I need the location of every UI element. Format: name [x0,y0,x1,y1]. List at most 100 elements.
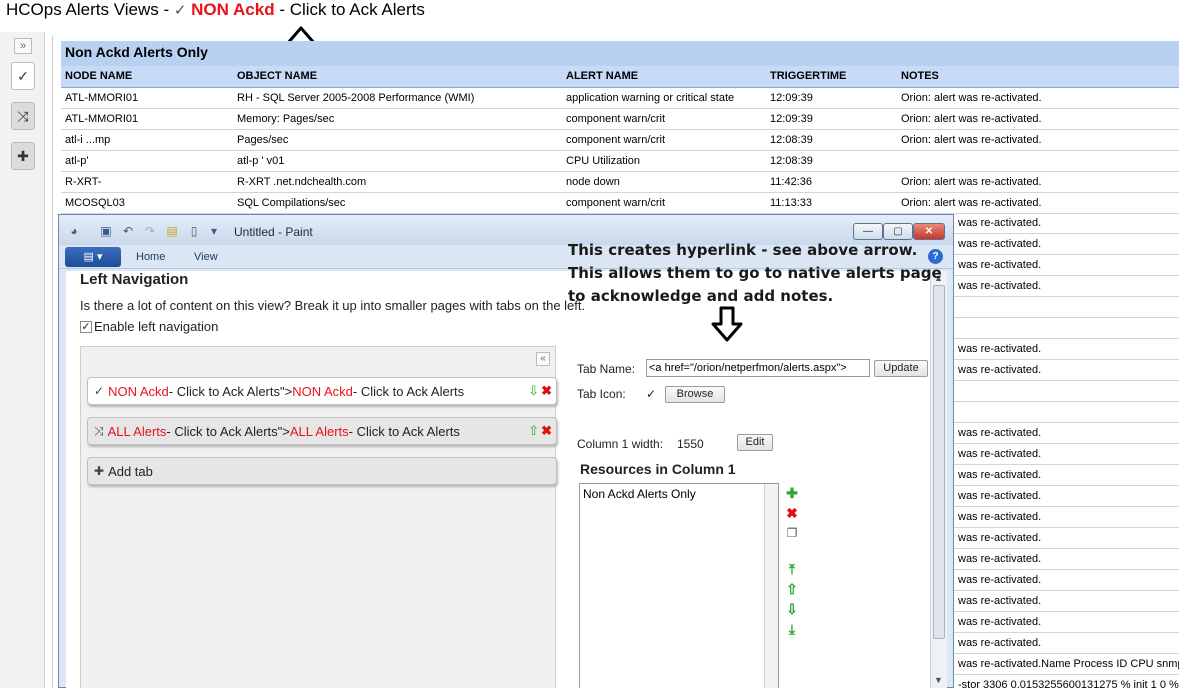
notes-cell: was re-activated. [954,339,1179,360]
notes-cell [954,402,1179,423]
notes-cell: was re-activated. [954,570,1179,591]
edit-button[interactable]: Edit [737,434,773,451]
alert-name: node down [562,171,766,193]
move-down-icon[interactable]: ⇩ [784,601,800,617]
undo-icon[interactable]: ↶ [121,224,135,238]
tab-all-alerts[interactable]: ⤨ [11,102,35,130]
notes-cell [954,381,1179,402]
delete-icon[interactable]: ✖ [541,383,552,398]
scroll-down-icon[interactable]: ▼ [934,675,943,685]
move-up-icon[interactable]: ⇧ [784,581,800,597]
expand-rail-icon[interactable]: » [14,38,32,54]
column-header[interactable]: NOTES [897,66,1179,88]
left-navigation-description: Is there a lot of content on this view? … [80,298,586,313]
enable-left-navigation-checkbox[interactable]: ✓ [80,320,92,333]
table-row[interactable]: MCOSQL03 SQL Compilations/sec component wa… [61,192,1179,214]
close-button[interactable]: ✕ [913,223,945,240]
enable-left-navigation[interactable]: ✓ Enable left navigation [80,319,218,334]
notes-cell [954,318,1179,339]
copy-resource-icon[interactable]: ❐ [784,525,800,541]
customize-dropdown-icon[interactable]: ▾ [207,224,221,238]
tab-entry-non-ackd[interactable]: ✓ NON Ackd - Click to Ack Alerts"> NON A… [87,377,557,405]
tab-entry-label: ALL Alerts [289,423,349,439]
column-header[interactable]: TRIGGERTIME [766,66,897,88]
ribbon-tab-view[interactable]: View [194,251,218,263]
folder-icon[interactable]: ▤ [165,224,179,238]
browse-button[interactable]: Browse [665,386,725,403]
new-file-icon[interactable]: ▯ [187,224,201,238]
table-row[interactable]: ATL-MMORI01 RH - SQL Server 2005-2008 Per… [61,87,1179,109]
paint-canvas[interactable]: Left Navigation Is there a lot of conten… [66,271,930,688]
table-row[interactable]: atl-p' atl-p ' v01 CPU Utilization 12:08:39 [61,150,1179,172]
object-name: SQL Compilations/sec [233,192,562,214]
move-up-icon[interactable]: ⇧ [528,423,539,438]
ribbon-tab-home[interactable]: Home [136,251,165,263]
trigger-time: 11:13:33 [766,192,897,214]
paint-menu-button[interactable]: ▤ ▾ [65,247,121,267]
notes-cell: was re-activated. [954,444,1179,465]
notes-cell: was re-activated. [954,612,1179,633]
trigger-time: 11:42:36 [766,171,897,193]
add-tab-row[interactable]: ✚ Add tab [87,457,557,485]
tab-name-label: Tab Name: [577,362,636,376]
page-title: HCOps Alerts Views - ✓ NON Ackd - Click … [6,0,425,22]
page-title-suffix: - Click to Ack Alerts [279,0,425,19]
notes-cell: was re-activated. [954,486,1179,507]
left-rail: » ✓ ⤨ ✚ [0,32,45,688]
tab-entry-label: - Click to Ack Alerts [352,383,465,399]
panel-heading: Non Ackd Alerts Only [61,41,1179,66]
screen: HCOps Alerts Views - ✓ NON Ackd - Click … [0,0,1179,688]
node-name: MCOSQL03 [61,192,233,214]
object-name: atl-p ' v01 [233,150,562,172]
add-tab-button[interactable]: ✚ [11,142,35,170]
tab-entry-label: ALL Alerts [107,423,167,439]
notes-cell [954,297,1179,318]
column-header[interactable]: ALERT NAME [562,66,766,88]
table-row[interactable]: atl-i ...mp Pages/sec component warn/crit 1… [61,129,1179,151]
minimize-button[interactable]: — [853,223,883,240]
tab-non-ackd[interactable]: ✓ [11,62,35,90]
help-icon[interactable]: ? [928,249,943,264]
table-row[interactable]: ATL-MMORI01 Memory: Pages/sec component wa… [61,108,1179,130]
tab-entry-all-alerts[interactable]: ⤨ ALL Alerts - Click to Ack Alerts"> ALL… [87,417,557,445]
move-bottom-icon[interactable]: ⤓ [784,621,800,637]
resource-item[interactable]: Non Ackd Alerts Only [583,487,696,501]
move-down-icon[interactable]: ⇩ [528,383,539,398]
notes-cell: was re-activated. [954,465,1179,486]
paint-app-icon: ◕ [70,224,78,238]
table-row[interactable]: R-XRT- R-XRT .net.ndchealth.com node down 1… [61,171,1179,193]
checkmark-icon: ✓ [173,2,187,19]
update-button[interactable]: Update [874,360,928,377]
notes: Orion: alert was re-activated. [897,129,1179,151]
maximize-button[interactable]: ▢ [883,223,913,240]
redo-icon[interactable]: ↷ [143,224,157,238]
add-resource-icon[interactable]: ✚ [784,485,800,501]
paint-window-title: Untitled - Paint [234,225,313,239]
notes-cell: was re-activated. [954,507,1179,528]
collapse-icon[interactable]: « [536,352,550,366]
delete-icon[interactable]: ✖ [541,423,552,438]
delete-resource-icon[interactable]: ✖ [784,505,800,521]
move-top-icon[interactable]: ⤒ [784,561,800,577]
scroll-thumb[interactable] [933,285,945,639]
column-header[interactable]: NODE NAME [61,66,233,88]
notes: Orion: alert was re-activated. [897,192,1179,214]
column-header[interactable]: OBJECT NAME [233,66,562,88]
save-icon[interactable]: ▣ [99,224,113,238]
notes-cell: -stor 3306 0.0153255600131275 % init 1 0… [954,675,1179,688]
node-name: ATL-MMORI01 [61,87,233,109]
add-tab-label: Add tab [108,463,153,479]
annotation-line-1: This creates hyperlink - see above arrow… [568,241,918,259]
tab-icon-label: Tab Icon: [577,387,626,401]
table-header-row: NODE NAME OBJECT NAME ALERT NAME TRIGGER… [61,66,1179,88]
resources-scrollbar[interactable] [764,484,778,688]
annotation-line-3: to acknowledge and add notes. [568,287,834,305]
left-navigation-title: Left Navigation [80,271,189,288]
notes: Orion: alert was re-activated. [897,171,1179,193]
paint-vertical-scrollbar[interactable]: ▲ ▼ [930,271,947,688]
resources-list[interactable]: Non Ackd Alerts Only [579,483,779,688]
notes-cell: was re-activated. [954,591,1179,612]
node-name: ATL-MMORI01 [61,108,233,130]
checkmark-icon: ✓ [17,67,29,84]
tab-name-input[interactable]: <a href="/orion/netperfmon/alerts.aspx"> [646,359,870,377]
